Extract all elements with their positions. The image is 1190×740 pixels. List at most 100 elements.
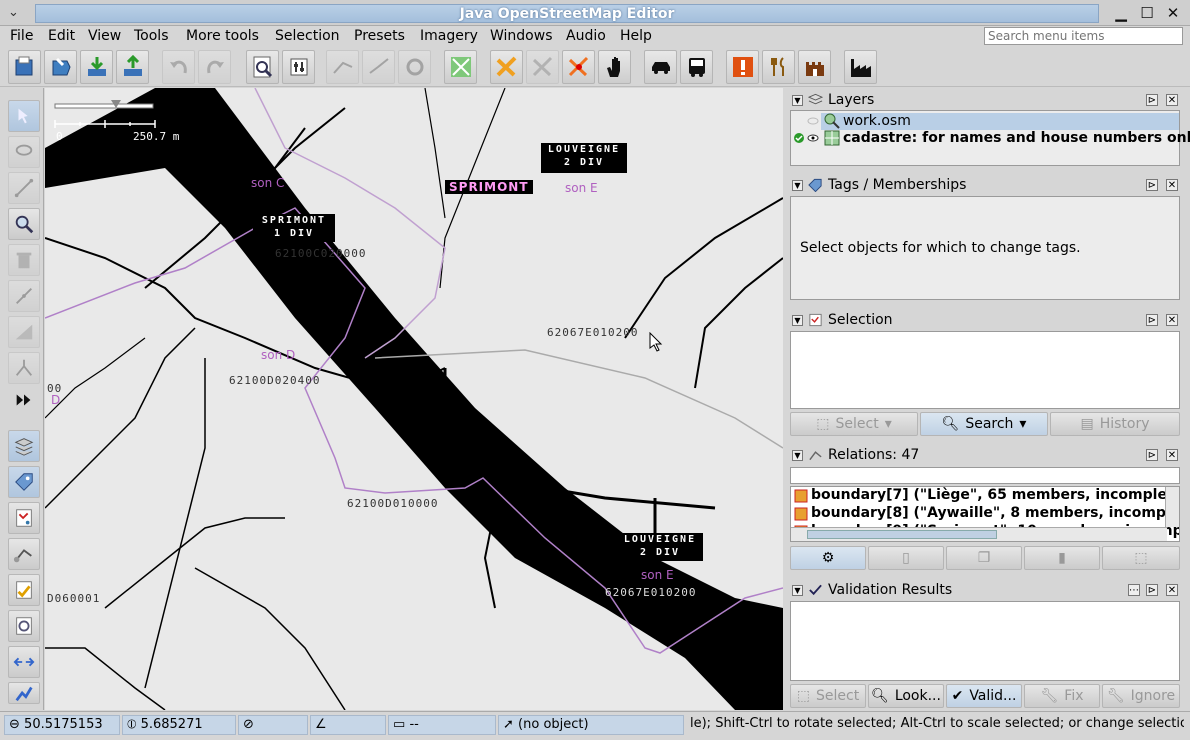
wireframe-button[interactable] [444,50,477,84]
pan-tool-button[interactable] [598,50,631,84]
close-panel-icon[interactable]: ✕ [1166,584,1178,596]
window-menu-icon[interactable]: ⌄ [8,5,19,20]
selection-select-button[interactable]: ⬚ Select ▾ [790,412,918,436]
more-modes-button[interactable] [8,384,40,416]
scale-bar[interactable]: 0 250.7 m [53,94,183,144]
redo-button[interactable] [198,50,231,84]
preset-car-button[interactable] [644,50,677,84]
validation-validate-button[interactable]: ✔ Valid... [946,684,1022,708]
layer-name[interactable]: cadastre: for names and house numbers on… [843,130,1190,146]
toggle-tags-button[interactable] [8,466,40,498]
menu-windows[interactable]: Windows [490,28,553,44]
validation-results-list[interactable] [790,601,1180,681]
vertical-scrollbar[interactable] [1165,487,1179,527]
preset-industrial-button[interactable] [844,50,877,84]
edit-relation-button[interactable]: ▯ [868,546,944,570]
dropdown-arrow-icon[interactable]: ▾ [1019,416,1026,432]
relations-panel-header[interactable]: ▼ Relations: 47 ⊳ ✕ [788,445,1184,465]
layers-panel-header[interactable]: ▼ Layers ⊳ ✕ [788,90,1184,110]
zoom-slider-icon[interactable] [53,94,163,130]
lasso-mode-button[interactable] [8,136,40,168]
menu-file[interactable]: File [10,28,33,44]
delete-mode-button[interactable] [8,244,40,276]
toggle-history-button[interactable] [8,610,40,642]
menu-selection[interactable]: Selection [275,28,340,44]
draw-mode-button[interactable] [490,50,523,84]
collapse-toggle-icon[interactable]: ▼ [792,95,803,106]
combine-way-button[interactable] [362,50,395,84]
dock-icon[interactable]: ⊳ [1146,584,1158,596]
layer-name[interactable]: work.osm [843,113,911,129]
area-mode-button[interactable] [8,316,40,348]
preferences-button[interactable] [282,50,315,84]
delete-relation-button[interactable]: ▮ [1024,546,1100,570]
menu-help[interactable]: Help [620,28,652,44]
collapse-toggle-icon[interactable]: ▼ [792,585,803,596]
toggle-selection-button[interactable] [8,502,40,534]
menu-tools[interactable]: Tools [134,28,169,44]
save-button[interactable] [44,50,77,84]
preset-bus-button[interactable] [680,50,713,84]
close-panel-icon[interactable]: ✕ [1166,314,1178,326]
tags-panel-header[interactable]: ▼ Tags / Memberships ⊳ ✕ [788,175,1184,195]
parallel-way-button[interactable] [562,50,595,84]
preset-food-button[interactable] [762,50,795,84]
minimize-button[interactable]: ▁ [1110,4,1132,22]
horizontal-scrollbar[interactable] [791,527,1167,541]
toggle-relations-button[interactable] [8,538,40,570]
layers-list[interactable]: work.osm cadastre: for names and house n… [790,110,1190,166]
close-panel-icon[interactable]: ✕ [1166,449,1178,461]
toggle-layers-button[interactable] [8,430,40,462]
draw-way-mode-button[interactable] [8,172,40,204]
menu-more-tools[interactable]: More tools [186,28,259,44]
selection-search-button[interactable]: 🔍︎ Search ▾ [920,412,1048,436]
map-view[interactable]: 0 250.7 m SPRIMONT 1 DIV LOUVEIGNE 2 DIV… [45,88,783,710]
relations-filter-input[interactable] [790,467,1180,484]
menu-presets[interactable]: Presets [354,28,405,44]
undo-button[interactable] [162,50,195,84]
maximize-button[interactable]: ☐ [1136,4,1158,22]
toggle-filter-button[interactable] [8,682,40,704]
extrude-mode-button[interactable] [8,352,40,384]
add-relation-button[interactable]: ⚙ [790,546,866,570]
menu-edit[interactable]: Edit [48,28,75,44]
validation-panel-header[interactable]: ▼ Validation Results ⋯ ⊳ ✕ [788,580,1184,600]
zoom-page-button[interactable] [246,50,279,84]
menu-view[interactable]: View [88,28,121,44]
menu-imagery[interactable]: Imagery [420,28,478,44]
close-panel-icon[interactable]: ✕ [1166,179,1178,191]
open-file-button[interactable] [8,50,41,84]
validation-fix-button[interactable]: 🔧︎ Fix [1024,684,1100,708]
collapse-toggle-icon[interactable]: ▼ [792,315,803,326]
dock-icon[interactable]: ⊳ [1146,314,1158,326]
dropdown-arrow-icon[interactable]: ▾ [885,416,892,432]
improve-way-button[interactable] [526,50,559,84]
upload-button[interactable] [116,50,149,84]
menu-audio[interactable]: Audio [566,28,606,44]
visibility-eye-icon[interactable] [807,132,819,144]
selection-history-button[interactable]: ▤ History [1050,412,1180,436]
map-canvas[interactable] [45,88,783,710]
duplicate-relation-button[interactable]: ❐ [946,546,1022,570]
zoom-mode-button[interactable] [8,208,40,240]
validation-lookup-button[interactable]: 🔍︎ Look... [868,684,944,708]
collapse-toggle-icon[interactable]: ▼ [792,180,803,191]
toggle-validation-button[interactable] [8,574,40,606]
download-button[interactable] [80,50,113,84]
validation-select-button[interactable]: ⬚ Select [790,684,866,708]
close-button[interactable]: ✕ [1162,4,1184,22]
relations-list[interactable]: boundary[7] ("Liège", 65 members, incomp… [790,486,1180,542]
preset-hazard-button[interactable] [726,50,759,84]
selection-list[interactable] [790,331,1180,409]
split-way-button[interactable] [326,50,359,84]
preset-castle-button[interactable] [798,50,831,84]
parallel-mode-button[interactable] [8,280,40,312]
scrollbar-thumb[interactable] [807,530,997,539]
dock-icon[interactable]: ⊳ [1146,449,1158,461]
select-mode-button[interactable] [8,100,40,132]
dock-icon[interactable]: ⊳ [1146,94,1158,106]
relation-item[interactable]: boundary[7] ("Liège", 65 members, incomp… [811,487,1179,503]
menu-search-input[interactable] [984,27,1183,45]
relation-item[interactable]: boundary[8] ("Aywaille", 8 members, inco… [811,505,1179,521]
toggle-conflict-button[interactable] [8,646,40,678]
